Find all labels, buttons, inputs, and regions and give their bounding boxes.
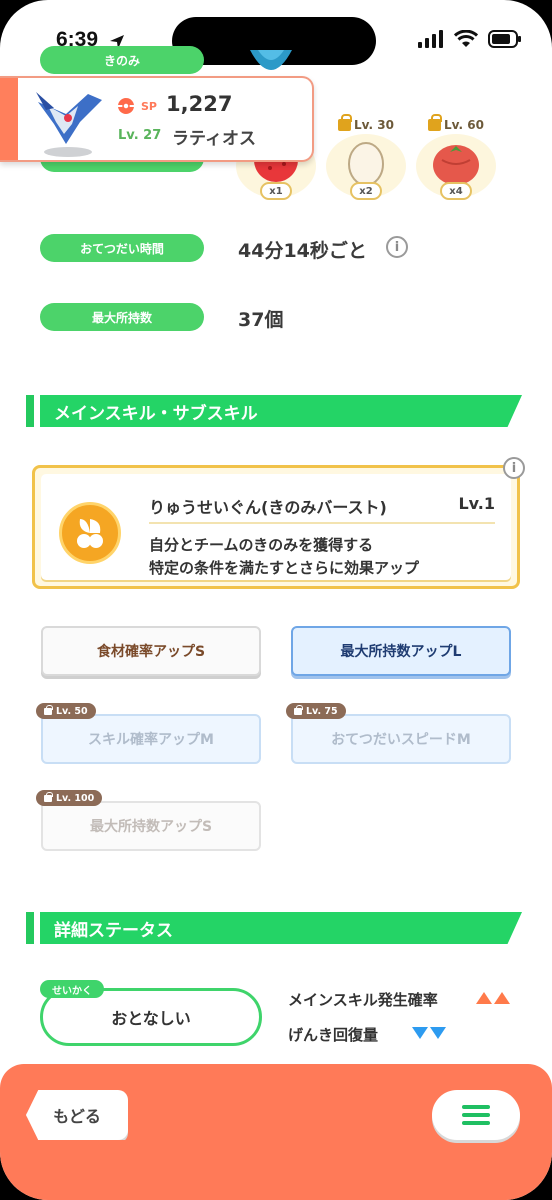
- main-skill-level: Lv.1: [458, 494, 495, 513]
- max-carry-label: 最大所持数: [40, 303, 204, 331]
- main-skill-section-header: メインスキル・サブスキル: [26, 395, 522, 427]
- sub-skill-1[interactable]: 食材確率アップS: [41, 626, 261, 676]
- info-icon[interactable]: i: [386, 236, 408, 258]
- up-arrows-icon: [476, 992, 510, 1004]
- ingredient-slot-2[interactable]: Lv. 30 x2: [326, 114, 406, 204]
- egg-icon: [348, 142, 384, 186]
- pokemon-sprite: [36, 92, 102, 157]
- ingredient-qty: x4: [440, 182, 472, 200]
- nature-up-row: メインスキル発生確率: [288, 991, 438, 1009]
- sub-skill-lock-tag: Lv. 50: [36, 703, 96, 719]
- sub-skill-2[interactable]: 最大所持数アップL: [291, 626, 511, 676]
- battery-icon: [488, 30, 521, 48]
- section-title: メインスキル・サブスキル: [40, 395, 522, 427]
- signal-icon: [418, 30, 443, 48]
- sub-skill-lock-tag: Lv. 75: [286, 703, 346, 719]
- info-icon[interactable]: i: [503, 457, 525, 479]
- sub-skill-3[interactable]: スキル確率アップM: [41, 714, 261, 764]
- ingredient-lock: Lv. 60: [428, 114, 484, 132]
- lock-icon: [338, 114, 352, 131]
- lock-icon: [44, 704, 53, 715]
- wifi-icon: [454, 30, 478, 47]
- pokemon-level: Lv. 27: [118, 128, 162, 143]
- divider: [149, 522, 495, 524]
- help-time-label: おてつだい時間: [40, 234, 204, 262]
- main-skill-name: りゅうせいぐん(きのみバースト): [149, 498, 387, 517]
- back-button[interactable]: もどる: [26, 1090, 128, 1140]
- ingredient-slot-3[interactable]: Lv. 60 x4: [416, 114, 496, 204]
- detail-status-section-header: 詳細ステータス: [26, 912, 522, 944]
- tomato-icon: [433, 145, 479, 185]
- ingredient-qty: x2: [350, 182, 382, 200]
- menu-button[interactable]: [432, 1090, 520, 1140]
- nature-tag: せいかく: [40, 980, 104, 998]
- main-skill-card[interactable]: りゅうせいぐん(きのみバースト) Lv.1 自分とチームのきのみを獲得する 特定…: [32, 465, 520, 589]
- ingredient-lock: Lv. 30: [338, 114, 394, 132]
- sub-skill-5[interactable]: 最大所持数アップS: [41, 801, 261, 851]
- nature-down-row: げんき回復量: [288, 1026, 379, 1044]
- lock-icon: [428, 114, 442, 131]
- sub-skill-lock-tag: Lv. 100: [36, 790, 103, 806]
- berry-burst-icon: [59, 502, 121, 564]
- lock-icon: [294, 704, 303, 715]
- sp-label: SP: [141, 100, 157, 113]
- sp-value: 1,227: [166, 92, 233, 116]
- berry-icon: [250, 50, 292, 70]
- down-arrows-icon: [412, 1027, 446, 1039]
- lock-icon: [44, 791, 53, 802]
- menu-icon: [462, 1105, 490, 1125]
- sub-skill-4[interactable]: おてつだいスピードM: [291, 714, 511, 764]
- pokemon-card[interactable]: SP 1,227 Lv. 27 ラティオス: [0, 76, 314, 162]
- sp-icon: [118, 98, 134, 114]
- section-title: 詳細ステータス: [40, 912, 522, 944]
- pokemon-name: ラティオス: [172, 129, 256, 149]
- max-carry-value: 37個: [238, 309, 284, 331]
- main-skill-description: 自分とチームのきのみを獲得する 特定の条件を満たすとさらに効果アップ: [149, 536, 420, 577]
- ingredient-label-pill: きのみ: [40, 46, 204, 74]
- help-time-value: 44分14秒ごと: [238, 240, 367, 262]
- ingredient-qty: x1: [260, 182, 292, 200]
- screen: 6:39 きのみ x1 Lv. 30 x2 Lv. 60 x4 SP 1,227…: [0, 0, 552, 1200]
- status-icons: [418, 30, 522, 48]
